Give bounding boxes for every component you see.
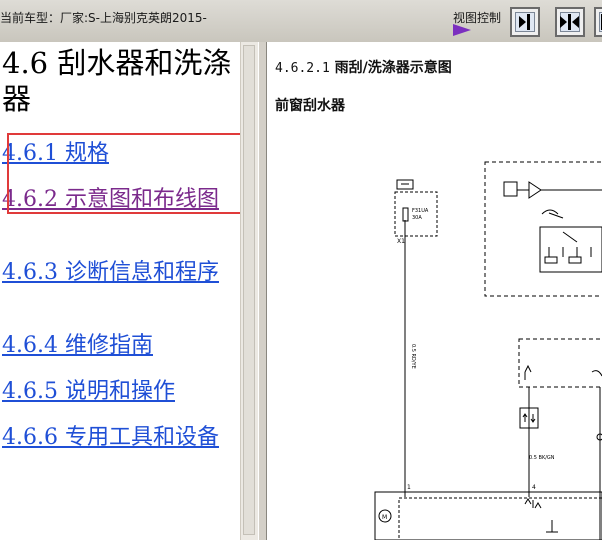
view-control-arrow-icon <box>453 24 471 36</box>
split-view-button[interactable] <box>555 7 585 37</box>
wiring-diagram: F31UA 30A X1 0.5 RD/YE 0.5 BK/GN 1 4 M <box>374 161 602 540</box>
vehicle-info: 当前车型：厂家:S-上海别克英朗2015- <box>0 11 207 25</box>
fuse-symbol <box>402 207 409 222</box>
scrollbar-thumb[interactable] <box>243 45 255 535</box>
toc-link-description-operation[interactable]: 4.6.5 说明和操作 <box>2 378 238 405</box>
content-pane: 4.6.2.1 雨刮/洗涤器示意图 前窗刮水器 F31UA 30A X1 0.5… <box>267 42 602 540</box>
toc-link-schematics[interactable]: 4.6.2 示意图和布线图 <box>2 186 238 213</box>
pin-label-2: 4 <box>532 484 536 491</box>
toc-link-repair-guide[interactable]: 4.6.4 维修指南 <box>2 332 238 359</box>
arrow-into-bar-icon <box>519 14 530 30</box>
double-arrow-bar-icon <box>560 14 579 30</box>
toc-link-special-tools[interactable]: 4.6.6 专用工具和设备 <box>2 424 238 451</box>
wiper-module <box>484 161 602 297</box>
bar-arrow-icon <box>601 14 602 30</box>
toolbar: 当前车型：厂家:S-上海别克英朗2015- 视图控制 <box>0 0 602 43</box>
bottom-module <box>374 491 602 540</box>
fuse-block-box <box>394 191 438 237</box>
toc-title: 4.6 刮水器和洗涤器 <box>2 46 232 116</box>
pin-label: 1 <box>407 484 411 491</box>
toc-link-diagnostics[interactable]: 4.6.3 诊断信息和程序 <box>2 259 238 286</box>
pane-splitter[interactable] <box>258 42 267 540</box>
expand-pane-button[interactable] <box>594 7 602 37</box>
toc-scrollbar[interactable] <box>240 42 258 540</box>
relay-box <box>518 338 602 388</box>
collapse-left-pane-button[interactable] <box>510 7 540 37</box>
toc-pane: 4.6 刮水器和洗涤器 4.6.1 规格 4.6.2 示意图和布线图 4.6.3… <box>0 42 240 540</box>
wire-label: 0.5 RD/YE <box>410 344 416 369</box>
wire-label-2: 0.5 BK/GN <box>529 455 555 461</box>
fuse-label: F31UA <box>412 208 429 214</box>
fuse-rating: 30A <box>412 215 422 221</box>
toc-link-specifications[interactable]: 4.6.1 规格 <box>2 140 238 167</box>
connector-label: X1 <box>397 238 405 245</box>
svg-text:M: M <box>382 514 387 521</box>
